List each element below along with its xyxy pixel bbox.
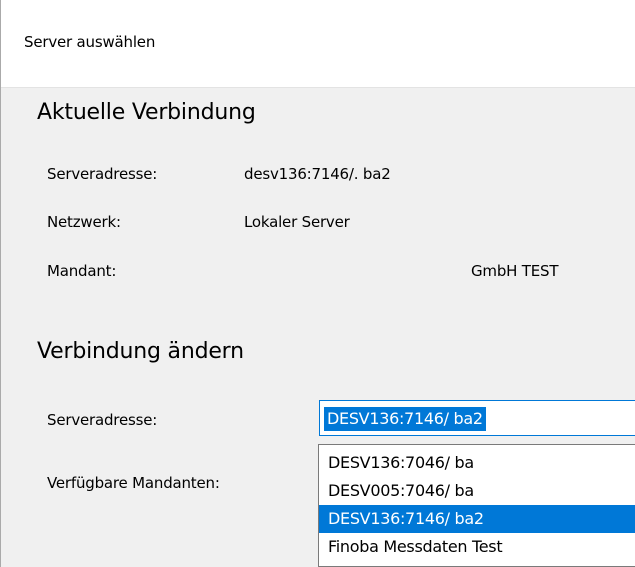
dialog-title: Server auswählen (24, 33, 156, 51)
dropdown-item-label: DESV005:7046/ ba (328, 481, 474, 500)
server-address-combobox[interactable]: DESV136:7146/ ba2 (319, 400, 635, 436)
dialog-header: Server auswählen (1, 0, 635, 88)
current-network-label: Netzwerk: (47, 213, 121, 231)
available-clients-label: Verfügbare Mandanten: (47, 474, 220, 492)
dropdown-item-label: DESV136:7046/ ba (328, 453, 474, 472)
change-connection-heading: Verbindung ändern (37, 339, 244, 364)
current-server-label: Serveradresse: (47, 165, 158, 183)
dropdown-item-label: DESV136:7146/ ba2 (328, 509, 484, 528)
dropdown-item-selected[interactable]: DESV136:7146/ ba2 (319, 505, 635, 533)
server-address-input[interactable]: DESV136:7146/ ba2 (324, 407, 486, 431)
server-select-dialog: Server auswählen Aktuelle Verbindung Ser… (0, 0, 635, 567)
current-server-value: desv136:7146/. ba2 (244, 165, 391, 183)
server-dropdown-list[interactable]: DESV136:7046/ ba DESV005:7046/ ba DESV13… (318, 444, 635, 567)
current-client-label: Mandant: (47, 262, 117, 280)
dropdown-item[interactable]: Finoba Messdaten Test (319, 533, 635, 561)
current-network-value: Lokaler Server (244, 213, 350, 231)
dropdown-item-label: Finoba Messdaten Test (328, 537, 503, 556)
current-client-value: GmbH TEST (471, 262, 559, 280)
dropdown-item[interactable]: DESV136:7046/ ba (319, 449, 635, 477)
dropdown-item[interactable]: DESV005:7046/ ba (319, 477, 635, 505)
current-connection-heading: Aktuelle Verbindung (37, 100, 256, 125)
server-address-label: Serveradresse: (47, 411, 158, 429)
